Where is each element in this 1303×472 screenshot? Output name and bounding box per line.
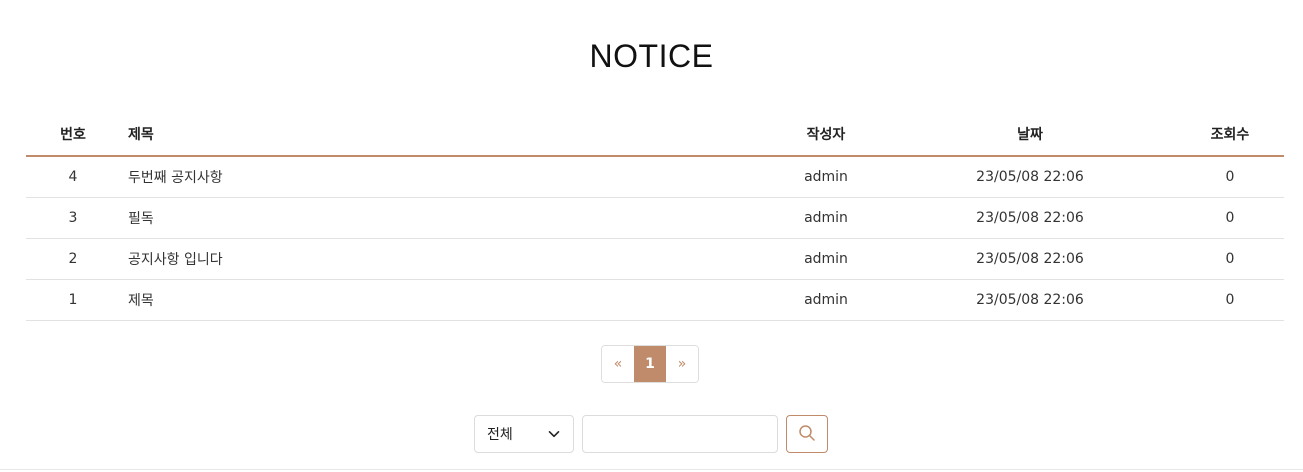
- chevron-down-icon: [547, 427, 561, 441]
- pagination-prev-button[interactable]: «: [602, 346, 634, 382]
- header-date: 날짜: [884, 113, 1176, 157]
- search-type-value: 전체: [487, 427, 513, 443]
- header-num: 번호: [26, 113, 120, 157]
- header-writer: 작성자: [768, 113, 884, 157]
- row-views: 0: [1176, 279, 1284, 321]
- row-title-link[interactable]: 공지사항 입니다: [120, 238, 768, 280]
- table-row[interactable]: 1 제목 admin 23/05/08 22:06 0: [26, 279, 1284, 321]
- row-views: 0: [1176, 197, 1284, 239]
- pagination-next-button[interactable]: »: [666, 346, 698, 382]
- search-button[interactable]: [786, 415, 828, 453]
- row-date: 23/05/08 22:06: [884, 238, 1176, 280]
- search-icon: [798, 424, 816, 445]
- pagination: « 1 »: [601, 345, 699, 383]
- row-title-link[interactable]: 제목: [120, 279, 768, 321]
- table-row[interactable]: 3 필독 admin 23/05/08 22:06 0: [26, 197, 1284, 239]
- table-header-row: 번호 제목 작성자 날짜 조회수: [26, 113, 1284, 157]
- search-type-select[interactable]: 전체: [474, 415, 574, 453]
- row-title-link[interactable]: 필독: [120, 197, 768, 239]
- notice-table: 번호 제목 작성자 날짜 조회수 4 두번째 공지사항 admin 23/05/…: [26, 113, 1284, 321]
- row-writer: admin: [768, 156, 884, 198]
- row-num: 1: [26, 279, 120, 321]
- row-title-link[interactable]: 두번째 공지사항: [120, 156, 768, 198]
- page-title: NOTICE: [589, 38, 714, 74]
- search-input[interactable]: [582, 415, 778, 453]
- row-num: 4: [26, 156, 120, 198]
- table-row[interactable]: 2 공지사항 입니다 admin 23/05/08 22:06 0: [26, 238, 1284, 280]
- search-bar: 전체: [474, 415, 828, 453]
- table-row[interactable]: 4 두번째 공지사항 admin 23/05/08 22:06 0: [26, 156, 1284, 198]
- row-date: 23/05/08 22:06: [884, 156, 1176, 198]
- row-num: 3: [26, 197, 120, 239]
- row-views: 0: [1176, 238, 1284, 280]
- row-num: 2: [26, 238, 120, 280]
- notice-page: NOTICE 번호 제목 작성자 날짜 조회수 4 두번째 공지사항 admin…: [0, 0, 1303, 472]
- header-views: 조회수: [1176, 113, 1284, 157]
- row-writer: admin: [768, 279, 884, 321]
- header-title: 제목: [120, 113, 768, 157]
- row-writer: admin: [768, 238, 884, 280]
- row-date: 23/05/08 22:06: [884, 197, 1176, 239]
- footer-divider: [0, 469, 1303, 470]
- row-views: 0: [1176, 156, 1284, 198]
- row-date: 23/05/08 22:06: [884, 279, 1176, 321]
- pagination-page-button[interactable]: 1: [634, 346, 666, 382]
- row-writer: admin: [768, 197, 884, 239]
